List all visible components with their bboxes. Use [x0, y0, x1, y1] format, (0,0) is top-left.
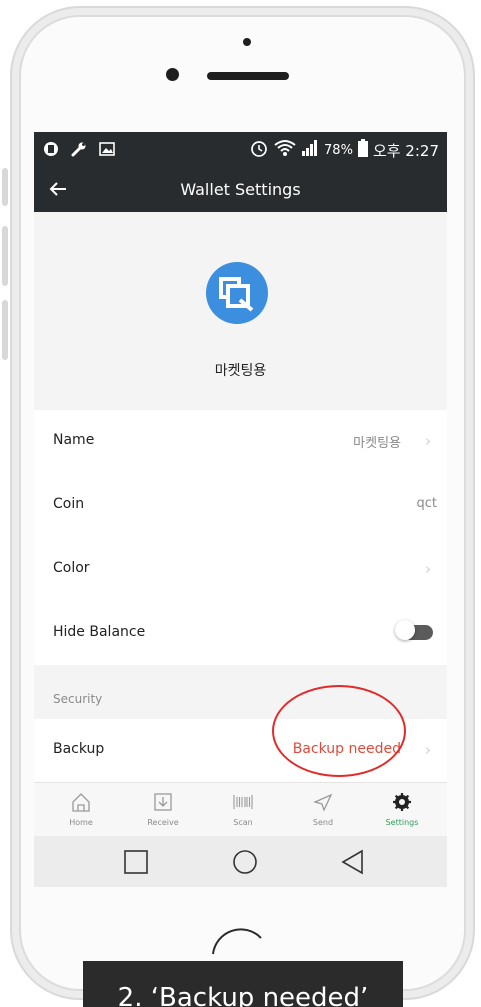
hide-balance-toggle[interactable]: [395, 620, 433, 642]
wallet-name: 마켓팅용: [214, 363, 267, 379]
tab-home[interactable]: Home: [41, 783, 121, 837]
proximity-sensor: [243, 38, 251, 46]
tab-label: Scan: [233, 818, 253, 827]
battery-percent: 78%: [324, 142, 353, 158]
color-label: Color: [53, 560, 90, 576]
alarm-icon: [249, 138, 269, 162]
earpiece-speaker: [207, 72, 289, 80]
backup-row[interactable]: Backup Backup needed ›: [34, 719, 447, 784]
send-icon: [313, 793, 333, 812]
chevron-right-icon: ›: [425, 560, 431, 578]
front-camera: [166, 68, 179, 81]
tab-label: Receive: [147, 818, 179, 827]
phone-screen: 78% 오후 2:27 Wallet Settings 마켓팅용 Name 마켓…: [34, 132, 447, 887]
android-nav-bar: [34, 836, 447, 887]
page-title: Wallet Settings: [180, 180, 301, 199]
triangle-back-icon: [341, 849, 363, 875]
coin-label: Coin: [53, 496, 85, 512]
signal-icon: [301, 139, 319, 161]
section-label: Security: [53, 692, 103, 706]
tab-receive[interactable]: Receive: [123, 783, 203, 837]
wallet-logo-icon: [219, 277, 254, 312]
clock: 오후 2:27: [372, 141, 439, 160]
backup-status: Backup needed: [292, 741, 401, 757]
recents-button[interactable]: [123, 849, 149, 875]
image-icon: [98, 140, 116, 158]
battery-icon: [357, 139, 368, 161]
name-row[interactable]: Name 마켓팅용 ›: [34, 410, 447, 475]
tab-label: Home: [69, 818, 93, 827]
wrench-icon: [70, 140, 88, 158]
coin-row[interactable]: Coin qct: [34, 474, 447, 539]
receive-icon: [154, 793, 172, 811]
status-bar: 78% 오후 2:27: [34, 132, 447, 168]
tab-send[interactable]: Send: [283, 783, 363, 837]
backup-label: Backup: [53, 741, 105, 757]
hide-balance-row: Hide Balance: [34, 602, 447, 667]
coin-value: qct: [416, 496, 438, 511]
security-section-header: Security: [34, 665, 447, 719]
hide-balance-label: Hide Balance: [53, 624, 146, 640]
bottom-tab-bar: Home Receive Scan Send Settings: [34, 782, 447, 837]
app-notification-icon: [42, 140, 60, 158]
square-icon: [124, 850, 148, 874]
side-button: [2, 168, 8, 206]
caption-text: 2. ‘Backup needed’: [117, 983, 369, 1007]
side-button: [2, 300, 8, 360]
toggle-knob: [395, 620, 415, 640]
color-row[interactable]: Color ›: [34, 538, 447, 603]
chevron-right-icon: ›: [425, 432, 431, 450]
circle-icon: [233, 850, 257, 874]
tab-label: Settings: [385, 818, 419, 827]
name-value: 마켓팅용: [353, 436, 401, 451]
tab-settings[interactable]: Settings: [362, 783, 442, 837]
home-icon: [72, 793, 90, 812]
tab-label: Send: [312, 818, 334, 827]
back-nav-button[interactable]: [340, 849, 366, 875]
tab-scan[interactable]: Scan: [203, 783, 283, 837]
wallet-avatar: [206, 262, 268, 324]
app-bar: Wallet Settings: [34, 168, 447, 212]
home-nav-button[interactable]: [232, 849, 258, 875]
caption-banner: 2. ‘Backup needed’: [83, 961, 403, 1007]
wallet-header: 마켓팅용: [34, 212, 447, 410]
chevron-right-icon: ›: [425, 741, 431, 759]
side-button: [2, 226, 8, 286]
barcode-icon: [233, 795, 253, 809]
name-label: Name: [53, 432, 95, 448]
gear-icon: [393, 793, 411, 811]
wifi-icon: [274, 139, 296, 161]
